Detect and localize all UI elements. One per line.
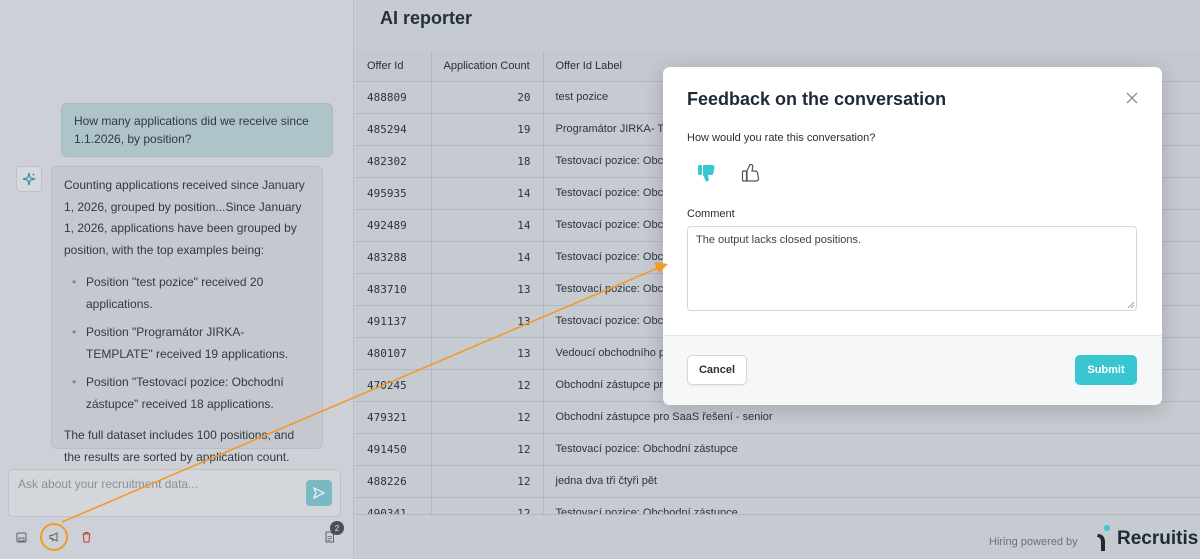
table-row[interactable]: 479321 12 Obchodní zástupce pro SaaS řešen… <box>355 401 1200 434</box>
cell-application-count: 19 <box>431 113 544 146</box>
assistant-intro: Counting applications received since Jan… <box>64 178 305 257</box>
cell-offer-id: 491137 <box>355 305 432 338</box>
cell-application-count: 12 <box>431 401 544 434</box>
assistant-list: Position "test pozice" received 20 appli… <box>64 272 310 415</box>
assistant-outro: The full dataset includes 100 positions,… <box>64 428 295 464</box>
cell-offer-id: 483288 <box>355 241 432 274</box>
cell-application-count: 18 <box>431 145 544 178</box>
thumbs-down-icon[interactable] <box>695 161 719 185</box>
assistant-message: Counting applications received since Jan… <box>51 166 323 464</box>
cell-application-count: 13 <box>431 305 544 338</box>
brand-name: Recruitis <box>1117 528 1199 549</box>
cell-offer-id-label: jedna dva tři čtyři pět <box>543 465 1200 498</box>
cell-application-count: 12 <box>431 497 544 514</box>
list-item: Position "Testovací pozice: Obchodní zás… <box>64 372 310 415</box>
comment-textarea[interactable]: The output lacks closed positions. <box>687 226 1137 311</box>
cell-application-count: 12 <box>431 465 544 498</box>
column-header-application-count[interactable]: Application Count <box>431 51 544 82</box>
cell-offer-id: 479321 <box>355 401 432 434</box>
send-button[interactable] <box>306 480 332 506</box>
user-message: How many applications did we receive sin… <box>61 103 333 157</box>
cell-application-count: 14 <box>431 209 544 242</box>
comment-label: Comment <box>687 208 735 220</box>
notification-badge: 2 <box>330 521 344 535</box>
table-row[interactable]: 488226 12 jedna dva tři čtyři pět <box>355 465 1200 498</box>
cell-application-count: 13 <box>431 337 544 370</box>
save-icon[interactable] <box>13 529 29 545</box>
cell-offer-id: 470245 <box>355 369 432 402</box>
chat-input[interactable]: Ask about your recruitment data... <box>8 469 341 517</box>
powered-by-text: Hiring powered by <box>989 536 1078 548</box>
column-header-offer-id[interactable]: Offer Id <box>355 51 432 82</box>
close-icon[interactable] <box>1123 89 1141 107</box>
cell-offer-id: 491450 <box>355 433 432 466</box>
megaphone-icon[interactable] <box>46 529 62 545</box>
submit-button[interactable]: Submit <box>1075 355 1137 385</box>
modal-title: Feedback on the conversation <box>687 89 947 109</box>
cell-application-count: 20 <box>431 81 544 114</box>
cell-application-count: 14 <box>431 177 544 210</box>
footer: Hiring powered by Recruitis <box>355 514 1200 559</box>
cancel-button[interactable]: Cancel <box>687 355 747 385</box>
cell-offer-id: 483710 <box>355 273 432 306</box>
cell-application-count: 12 <box>431 369 544 402</box>
list-item: Position "Programátor JIRKA- TEMPLATE" r… <box>64 322 310 365</box>
recruitis-logo-icon <box>1097 525 1110 551</box>
table-row[interactable]: 490341 12 Testovací pozice: Obchodní zástu… <box>355 497 1200 514</box>
cell-offer-id: 488226 <box>355 465 432 498</box>
send-icon <box>313 487 325 499</box>
cell-offer-id: 485294 <box>355 113 432 146</box>
sparkle-icon <box>16 166 42 192</box>
cell-application-count: 13 <box>431 273 544 306</box>
cell-offer-id-label: Testovací pozice: Obchodní zástupce <box>543 497 1200 514</box>
cell-offer-id-label: Testovací pozice: Obchodní zástupce <box>543 433 1200 466</box>
trash-icon[interactable] <box>78 529 94 545</box>
rating-label: How would you rate this conversation? <box>687 132 876 144</box>
cell-application-count: 12 <box>431 433 544 466</box>
cell-application-count: 14 <box>431 241 544 274</box>
cell-offer-id: 480107 <box>355 337 432 370</box>
table-row[interactable]: 491450 12 Testovací pozice: Obchodní zástu… <box>355 433 1200 466</box>
resize-handle-icon[interactable] <box>1127 301 1135 309</box>
feedback-modal: Feedback on the conversation How would y… <box>663 67 1162 405</box>
cell-offer-id: 490341 <box>355 497 432 514</box>
chat-panel: How many applications did we receive sin… <box>0 0 354 559</box>
cell-offer-id: 492489 <box>355 209 432 242</box>
cell-offer-id: 488809 <box>355 81 432 114</box>
cell-offer-id: 482302 <box>355 145 432 178</box>
thumbs-up-icon[interactable] <box>739 161 763 185</box>
cell-offer-id: 495935 <box>355 177 432 210</box>
page-title: AI reporter <box>380 8 473 28</box>
cell-offer-id-label: Obchodní zástupce pro SaaS řešení - seni… <box>543 401 1200 434</box>
list-item: Position "test pozice" received 20 appli… <box>64 272 310 315</box>
